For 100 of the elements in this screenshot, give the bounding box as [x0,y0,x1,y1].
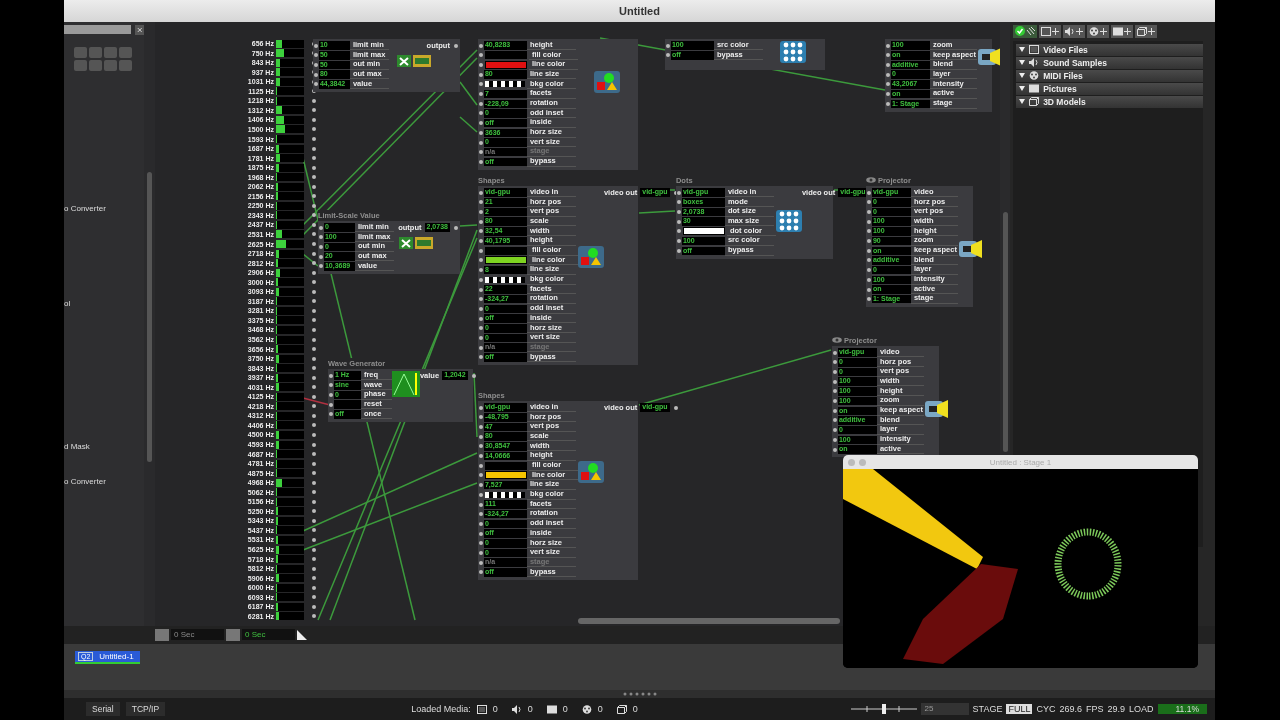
output-port[interactable] [453,225,458,230]
limit-scale-icon [399,236,434,251]
media-bin-label: Pictures [1043,83,1077,94]
output-port[interactable] [673,405,678,410]
disclosure-triangle-icon[interactable] [1019,73,1026,79]
media-bin[interactable]: Sound Samples [1016,56,1203,69]
bin-midi-icon [1029,71,1040,81]
color-swatch[interactable] [484,471,527,480]
status-button[interactable] [1013,24,1038,38]
slider-thumb[interactable] [881,704,886,715]
checker-swatch[interactable] [484,491,525,498]
bin-speaker-icon [1029,58,1040,68]
scrollbar[interactable] [1002,211,1008,452]
status-button[interactable]: Serial [86,702,120,717]
status-button[interactable]: TCP/IP [125,702,166,717]
color-swatch[interactable] [484,246,527,255]
media-count: 0 [562,704,568,715]
add-midi-icon [1089,26,1100,36]
disclosure-triangle-icon[interactable] [1019,99,1026,105]
media-midi-icon [581,704,592,714]
triangle-icon[interactable] [297,629,307,640]
actor-list-item[interactable]: d Mask [64,441,144,451]
patch-cord[interactable] [302,397,331,406]
bin-cube-icon [1029,97,1040,107]
shapes-icon [577,245,604,268]
bin-picture-icon [1029,84,1040,94]
plus-icon [1100,27,1108,35]
limit-scale-icon [396,54,431,69]
plus-icon [1076,27,1084,35]
cyc-label: CYC [1036,704,1056,715]
check-icon [1014,26,1025,37]
fps-label: FPS [1085,704,1104,715]
window-title: Untitled [619,4,660,17]
output-port[interactable] [471,373,476,378]
full-toggle[interactable]: FULL [1006,704,1033,715]
actor-list-item[interactable]: ol [64,298,144,308]
scrollbar[interactable] [577,617,840,624]
dot-grid-icon [775,209,802,232]
frame-rate-field[interactable]: 25 [920,703,969,716]
scrollbar[interactable] [146,171,152,462]
media-speaker-icon [511,704,522,714]
color-swatch[interactable] [484,51,527,60]
patch-cord[interactable] [473,372,478,438]
media-bin-label: Video Files [1043,44,1088,55]
load-label: LOAD [1129,704,1154,715]
eye-icon[interactable] [831,337,842,344]
eye-icon[interactable] [865,177,876,184]
color-swatch[interactable] [484,256,527,265]
media-bin-label: MIDI Files [1043,70,1083,81]
checker-swatch[interactable] [484,276,525,283]
projector-icon [957,237,984,260]
search-field[interactable] [64,25,131,35]
time-field[interactable]: 0 Sec [242,629,295,641]
patch-cord[interactable] [302,253,319,267]
disclosure-triangle-icon[interactable] [1019,47,1026,53]
add-media-button[interactable] [1063,24,1086,38]
plus-icon [1148,27,1156,35]
actor-list-item[interactable]: o Converter [64,203,144,213]
envelope-button[interactable] [226,628,240,641]
add-media-button[interactable] [1087,24,1110,38]
media-count: 0 [632,704,638,715]
media-bin[interactable]: MIDI Files [1016,69,1203,82]
add-media-button[interactable] [1111,24,1134,38]
media-bin[interactable]: Pictures [1016,82,1203,95]
media-count: 0 [492,704,498,715]
trigger-field[interactable] [333,400,361,409]
media-bin-label: Sound Samples [1043,57,1107,68]
media-bin[interactable]: 3D Models [1016,95,1203,108]
checker-swatch[interactable] [484,81,525,88]
add-film-icon [1041,26,1052,36]
color-swatch[interactable] [484,461,527,470]
cyc-value: 269.6 [1059,704,1082,715]
load-meter: 11.1% [1157,704,1207,715]
media-count: 0 [597,704,603,715]
actor-list-item[interactable]: o Converter [64,476,144,486]
stripes-icon [1025,26,1036,37]
media-cube-icon [616,704,627,714]
add-media-button[interactable] [1135,24,1158,38]
plus-icon [1052,27,1060,35]
loaded-media-label: Loaded Media: [411,704,471,715]
color-swatch[interactable] [682,227,725,236]
add-media-button[interactable] [1039,24,1062,38]
media-bin-label: 3D Models [1043,96,1086,107]
media-film-icon [476,704,487,714]
plus-icon [1124,27,1132,35]
add-speaker-icon [1065,26,1076,36]
output-port[interactable] [453,43,458,48]
waveform-icon [391,370,420,397]
media-count: 0 [527,704,533,715]
add-cube-icon [1137,26,1148,36]
media-bin[interactable]: Video Files [1016,43,1203,56]
media-picture-icon [546,704,557,714]
resize-grip-icon[interactable] [622,692,657,697]
add-picture-icon [1113,26,1124,36]
bin-film-icon [1029,45,1040,55]
color-swatch[interactable] [484,61,527,69]
speed-slider[interactable] [850,704,917,715]
dot-grid-icon [780,40,807,63]
stage-label: STAGE [972,704,1003,715]
envelope-button[interactable] [155,628,169,641]
